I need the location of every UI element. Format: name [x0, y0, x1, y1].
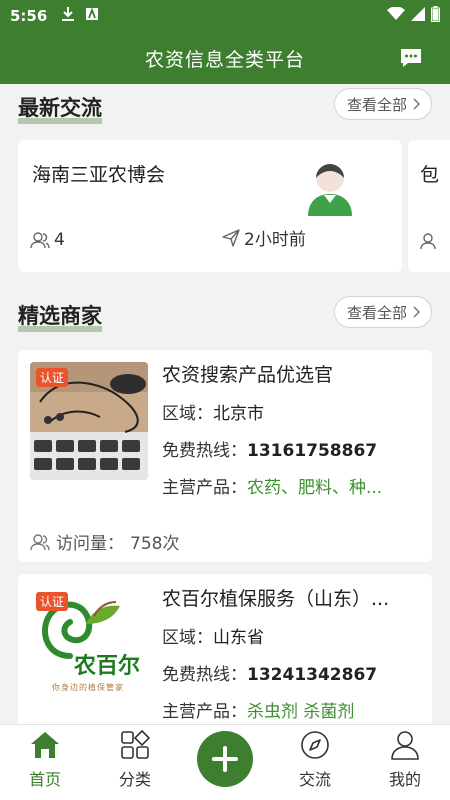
chat-bubble-icon: [401, 49, 421, 67]
nav-mine[interactable]: 我的: [360, 725, 450, 800]
merchant-hotline: 免费热线：13241342867: [162, 665, 378, 685]
logo-slogan: 你身边的植保管家: [52, 683, 124, 692]
nav-publish[interactable]: [180, 725, 270, 800]
avatar-icon: [308, 164, 352, 216]
chevron-right-icon: [413, 98, 421, 110]
merchant-card[interactable]: 认证 农百尔 你身边的植保管家 农百尔植保服务（山东）... 区域：山东省 免费…: [18, 574, 432, 724]
people-icon: [30, 232, 50, 249]
download-icon: [61, 6, 75, 26]
battery-icon: [431, 6, 440, 26]
user-icon: [390, 730, 420, 760]
merchant-region: 区域：北京市: [162, 404, 264, 424]
message-button[interactable]: [398, 45, 424, 71]
merchant-hotline: 免费热线：13161758867: [162, 441, 378, 461]
exchange-members: [420, 232, 440, 250]
wifi-icon: [387, 6, 405, 25]
category-icon: [120, 730, 150, 760]
plus-icon: [197, 731, 253, 787]
exchange-section-header: 最新交流 查看全部: [0, 88, 450, 128]
logo-text: 农百尔: [74, 654, 141, 679]
exchange-card-partial[interactable]: 包: [408, 140, 450, 272]
exchange-time: 2小时前: [222, 225, 306, 250]
status-time: 5:56: [10, 7, 48, 25]
exchange-members: 4: [30, 230, 65, 250]
exchange-section-title: 最新交流: [18, 92, 102, 124]
merchant-region: 区域：山东省: [162, 628, 264, 648]
merchant-products: 主营产品：农药、肥料、种...: [162, 478, 383, 498]
verified-badge: 认证: [36, 592, 69, 611]
merchant-name: 农资搜索产品优选官: [162, 364, 334, 386]
app-notification-icon: [85, 7, 99, 25]
hotline-number[interactable]: 13161758867: [247, 441, 377, 461]
merchants-section-title: 精选商家: [18, 300, 102, 332]
merchant-visits: 访问量： 758次: [30, 529, 179, 554]
exchange-card-title: 海南三亚农博会: [32, 164, 166, 186]
page-title: 农资信息全类平台: [144, 48, 305, 71]
merchants-section-header: 精选商家 查看全部: [0, 296, 450, 336]
people-icon: [30, 533, 50, 550]
chevron-right-icon: [413, 306, 421, 318]
compass-icon: [300, 730, 330, 760]
merchant-products: 主营产品：杀虫剂 杀菌剂: [162, 702, 355, 722]
nav-home[interactable]: 首页: [0, 725, 90, 800]
merchant-name: 农百尔植保服务（山东）...: [162, 588, 390, 610]
exchange-card-title: 包: [420, 164, 440, 186]
people-icon: [420, 233, 436, 250]
signal-icon: [411, 7, 425, 25]
status-bar: 5:56: [0, 0, 450, 32]
merchants-see-all-button[interactable]: 查看全部: [333, 296, 432, 328]
send-icon: [222, 228, 240, 247]
home-icon: [30, 730, 60, 760]
app-header: 农资信息全类平台: [0, 32, 450, 84]
merchant-logo: 认证 农百尔 你身边的植保管家: [30, 586, 148, 704]
exchange-see-all-button[interactable]: 查看全部: [333, 88, 432, 120]
exchange-card[interactable]: 海南三亚农博会 4 2小时前: [18, 140, 402, 272]
merchant-card[interactable]: 认证 农资搜索产品优选官 区域：北京市 免费热线：13161758867 主营产…: [18, 350, 432, 562]
verified-badge: 认证: [36, 368, 69, 387]
main-content: 最新交流 查看全部 海南三亚农博会 4 2小时前 包 精选商家 查看全部 认证 …: [0, 84, 450, 724]
nav-exchange[interactable]: 交流: [270, 725, 360, 800]
bottom-nav: 首页 分类 交流 我的: [0, 724, 450, 800]
nav-category[interactable]: 分类: [90, 725, 180, 800]
hotline-number[interactable]: 13241342867: [247, 665, 377, 685]
merchant-photo: 认证: [30, 362, 148, 480]
